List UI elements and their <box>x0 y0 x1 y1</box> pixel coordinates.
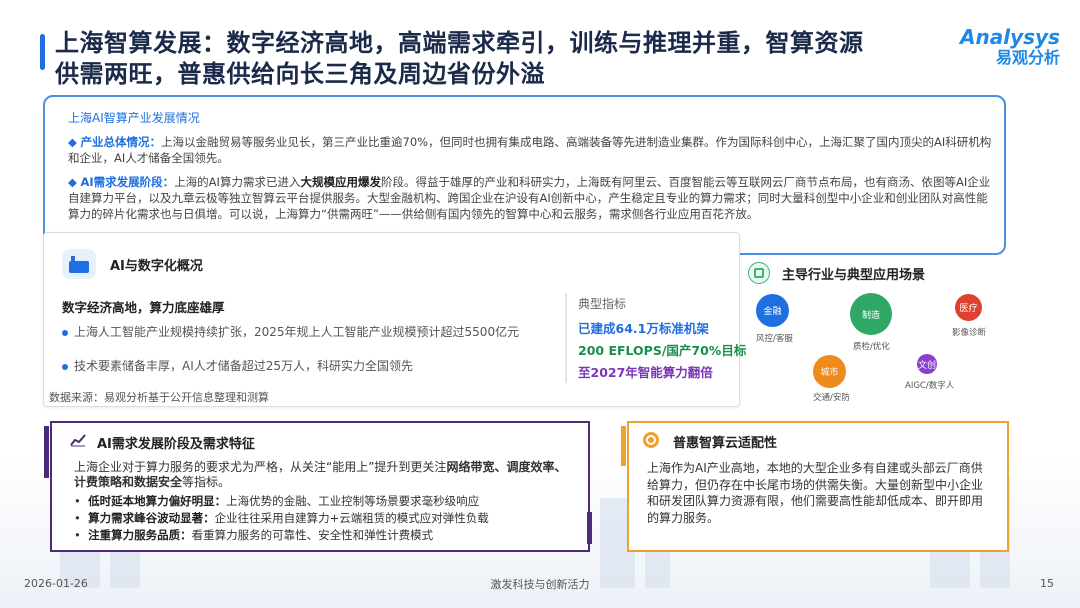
bubble-culture-label: AIGC/数字人 <box>905 381 955 391</box>
demand-item-low-latency: • 低时延本地算力偏好明显：上海优势的金融、工业控制等场景要求毫秒级响应 <box>74 494 480 508</box>
cloud-title: 普惠智算云适配性 <box>673 436 778 451</box>
metric-2027-target: 至2027年智能算力翻倍 <box>578 365 713 380</box>
bubble-healthcare-label: 影像诊断 <box>952 328 987 338</box>
page-title: 上海智算发展：数字经济高地，高端需求牵引，训练与推理并重，智算资源 供需两旺，普… <box>55 29 864 88</box>
ai-item-industry-scale: 上海人工智能产业规模持续扩张，2025年规上人工智能产业规模预计超过5500亿元 <box>62 323 519 340</box>
demand-item-quality: • 注重算力服务品质：看重算力服务的可靠性、安全性和弹性计费模式 <box>74 528 434 542</box>
metric-racks: 已建成64.1万标准机架 <box>578 321 709 336</box>
demand-accent-bar <box>44 426 49 478</box>
cloud-accent-bar <box>621 426 626 466</box>
bubble-healthcare: 医疗 <box>955 294 982 321</box>
demand-intro: 上海企业对于算力服务的要求尤为严格，从关注“能用上”提升到更关注网络带宽、调度效… <box>74 460 567 489</box>
bubble-manufacturing: 制造 <box>850 293 892 335</box>
bubble-culture: 文创 <box>917 354 937 374</box>
footer-slogan: 激发科技与创新活力 <box>490 578 590 591</box>
apps-title: 主导行业与典型应用场景 <box>782 268 926 283</box>
demand-item-peak-valley: • 算力需求峰谷波动显著：企业往往采用自建算力+云端租赁的模式应对弹性负载 <box>74 511 489 525</box>
analysys-logo: Analysys 易观分析 <box>960 25 1060 67</box>
bubble-finance: 金融 <box>756 294 789 327</box>
ai-card-title: AI与数字化概况 <box>110 259 203 274</box>
overview-item-industry: ◆ 产业总体情况：上海以金融贸易等服务业见长，第三产业比重逾70%，但同时也拥有… <box>68 135 992 165</box>
demand-characteristics-panel: AI需求发展阶段及需求特征 上海企业对于算力服务的要求尤为严格，从关注“能用上”… <box>50 421 590 552</box>
title-accent-bar <box>40 34 45 70</box>
overview-label: 上海AI智算产业发展情况 <box>68 111 200 125</box>
cloud-body: 上海作为AI产业高地，本地的大型企业多有自建或头部云厂商供给算力，但仍存在中长尾… <box>647 461 984 525</box>
ai-card-divider <box>565 293 567 383</box>
inclusive-cloud-panel: 普惠智算云适配性 上海作为AI产业高地，本地的大型企业多有自建或头部云厂商供给算… <box>627 421 1009 552</box>
demand-accent-bar-right <box>587 512 592 544</box>
overview-item-demand-stage: ◆ AI需求发展阶段：上海的AI算力需求已进入大规模应用爆发阶段。得益于雄厚的产… <box>68 175 991 221</box>
grid-icon <box>748 262 770 284</box>
metric-eflops: 200 EFLOPS/国产70%目标 <box>578 343 747 358</box>
data-source-note: 数据来源：易观分析基于公开信息整理和测算 <box>49 391 269 404</box>
metrics-heading: 典型指标 <box>578 297 627 311</box>
target-icon <box>643 432 659 448</box>
ai-card-subtitle: 数字经济高地，算力底座雄厚 <box>62 300 225 315</box>
overview-panel: 上海AI智算产业发展情况 ◆ 产业总体情况：上海以金融贸易等服务业见长，第三产业… <box>43 95 1006 255</box>
factory-icon <box>62 249 96 279</box>
bubble-finance-label: 风控/客服 <box>756 334 793 344</box>
bubble-city-label: 交通/安防 <box>813 393 850 403</box>
trend-chart-icon <box>70 434 86 447</box>
bubble-city: 城市 <box>813 355 846 388</box>
bubble-manufacturing-label: 质检/优化 <box>853 342 890 352</box>
demand-title: AI需求发展阶段及需求特征 <box>97 437 255 452</box>
ai-item-talent: 技术要素储备丰厚，AI人才储备超过25万人，科研实力全国领先 <box>62 357 413 374</box>
page-number: 15 <box>1040 577 1054 590</box>
ai-digital-overview-card: AI与数字化概况 数字经济高地，算力底座雄厚 上海人工智能产业规模持续扩张，20… <box>43 232 746 407</box>
